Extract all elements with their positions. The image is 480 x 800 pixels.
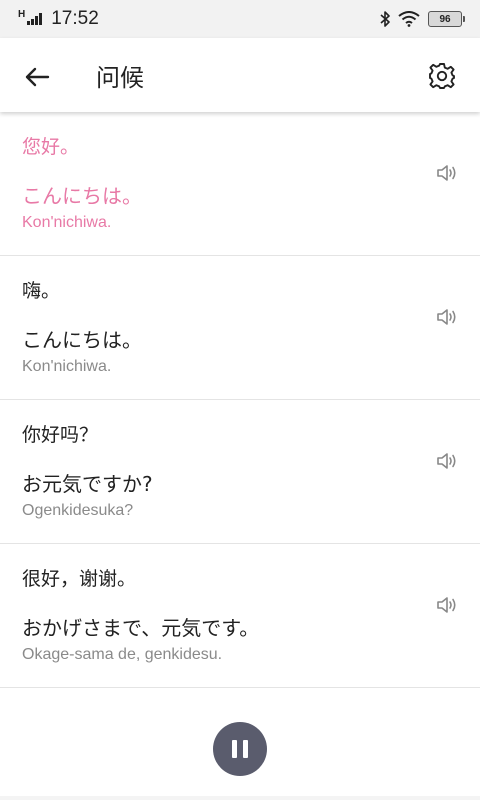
pause-button[interactable] [213, 722, 267, 776]
speaker-icon[interactable] [436, 594, 460, 616]
phrase-item[interactable]: 很好，谢谢。 おかげさまで、元気です。 Okage-sama de, genki… [0, 544, 480, 688]
phrase-romaji: Ogenkidesuka? [22, 502, 134, 519]
bottom-divider [0, 796, 480, 800]
speaker-icon[interactable] [436, 162, 460, 184]
network-type: H [18, 9, 26, 20]
arrow-left-icon [25, 67, 50, 87]
phrase-item[interactable]: 嗨。 こんにちは。 Kon'nichiwa. [0, 256, 480, 400]
phrase-item[interactable]: 您好。 こんにちは。 Kon'nichiwa. [0, 112, 480, 256]
settings-button[interactable] [426, 60, 458, 92]
phrase-japanese: お元気ですか? [22, 472, 153, 496]
phrase-chinese: 嗨。 [22, 280, 61, 302]
status-time: 17:52 [51, 8, 99, 29]
phrase-romaji: Okage-sama de, genkidesu. [22, 646, 223, 663]
speaker-icon[interactable] [436, 450, 460, 472]
bluetooth-icon [380, 11, 390, 27]
phrase-chinese: 你好吗？ [22, 424, 99, 446]
phrase-japanese: こんにちは。 [22, 328, 142, 352]
app-bar: 问候 [0, 38, 480, 112]
phrase-romaji: Kon'nichiwa. [22, 214, 112, 231]
page-title: 问候 [96, 64, 144, 92]
phrase-japanese: おかげさまで、元気です。 [22, 616, 260, 640]
speaker-icon[interactable] [436, 306, 460, 328]
battery-level: 96 [439, 13, 451, 25]
phrase-chinese: 很好，谢谢。 [22, 568, 137, 590]
gear-icon [429, 63, 455, 89]
phrase-chinese: 您好。 [22, 136, 80, 158]
phrase-list: 您好。 こんにちは。 Kon'nichiwa. 嗨。 こんにちは。 Kon'ni… [0, 112, 480, 688]
signal-icon [27, 13, 43, 25]
pause-icon-bar [232, 740, 237, 758]
pause-icon-bar [243, 740, 248, 758]
back-button[interactable] [22, 62, 52, 92]
phrase-romaji: Kon'nichiwa. [22, 358, 112, 375]
wifi-icon [398, 11, 420, 27]
status-right: 96 [378, 10, 465, 28]
phrase-item[interactable]: 你好吗？ お元気ですか? Ogenkidesuka? [0, 400, 480, 544]
battery-icon: 96 [428, 11, 465, 27]
phrase-japanese: こんにちは。 [22, 184, 142, 208]
status-bar: H 17:52 96 [0, 0, 480, 38]
status-left: H 17:52 [18, 8, 99, 30]
